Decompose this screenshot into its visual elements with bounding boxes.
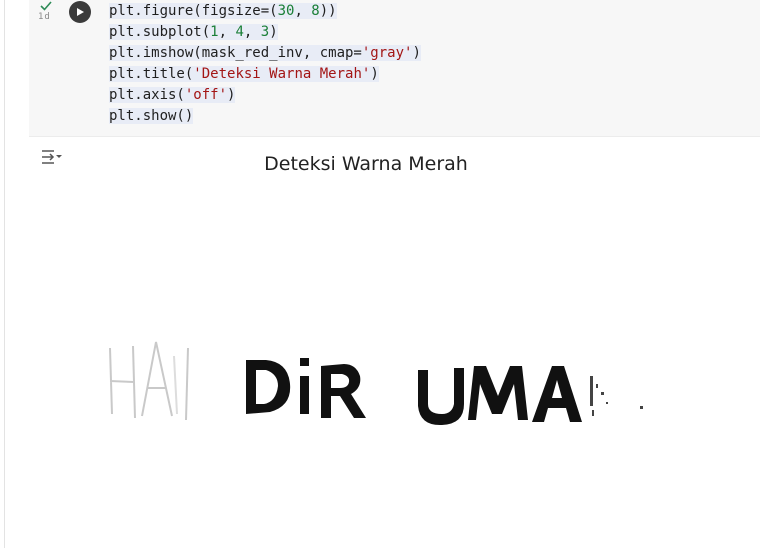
code-line: plt.show() <box>109 106 421 127</box>
code-line: plt.figure(figsize=(30, 8)) <box>109 1 421 22</box>
code-line: plt.axis('off') <box>109 85 421 106</box>
string-token: 'Deteksi Warna Merah' <box>193 66 371 82</box>
code-cell[interactable]: 1d plt.figure(figsize=(30, 8)) plt.subplo… <box>29 0 760 137</box>
code-line: plt.title('Deteksi Warna Merah') <box>109 64 421 85</box>
code-token: plt.imshow(mask_red_inv, cmap= <box>109 45 362 61</box>
figure-title: Deteksi Warna Merah <box>264 153 468 175</box>
code-token: plt.title( <box>109 66 194 82</box>
code-token: ) <box>227 87 236 103</box>
code-token: , <box>294 3 312 19</box>
noise-r <box>590 376 643 416</box>
notebook-left-rule <box>4 0 5 548</box>
code-token: ) <box>370 66 379 82</box>
run-cell-button[interactable] <box>69 1 91 23</box>
output-actions-icon[interactable] <box>40 147 64 167</box>
number-token: 8 <box>311 3 320 19</box>
faint-letters <box>109 341 189 421</box>
play-icon <box>77 8 84 16</box>
number-token: 4 <box>235 24 244 40</box>
string-token: 'off' <box>184 87 228 103</box>
number-token: 3 <box>260 24 270 40</box>
code-line: plt.subplot(1, 4, 3) <box>109 22 421 43</box>
number-token: 30 <box>277 3 295 19</box>
code-line: plt.imshow(mask_red_inv, cmap='gray') <box>109 43 421 64</box>
code-token: plt.show() <box>109 108 194 124</box>
code-editor[interactable]: plt.figure(figsize=(30, 8)) plt.subplot(1… <box>109 1 421 127</box>
code-token: plt.figure(figsize=( <box>109 3 278 19</box>
string-token: 'gray' <box>361 45 413 61</box>
number-token: 1 <box>210 24 219 40</box>
execution-success-icon <box>40 1 52 11</box>
code-token: plt.axis( <box>109 87 185 103</box>
execution-count: 1d <box>38 12 51 22</box>
code-token: , <box>243 24 261 40</box>
code-token: ) <box>269 24 278 40</box>
code-token: , <box>218 24 236 40</box>
mask-image <box>109 341 643 426</box>
code-token: )) <box>319 3 337 19</box>
code-token: plt.subplot( <box>109 24 211 40</box>
code-token: ) <box>412 45 421 61</box>
bold-letters <box>246 358 582 426</box>
